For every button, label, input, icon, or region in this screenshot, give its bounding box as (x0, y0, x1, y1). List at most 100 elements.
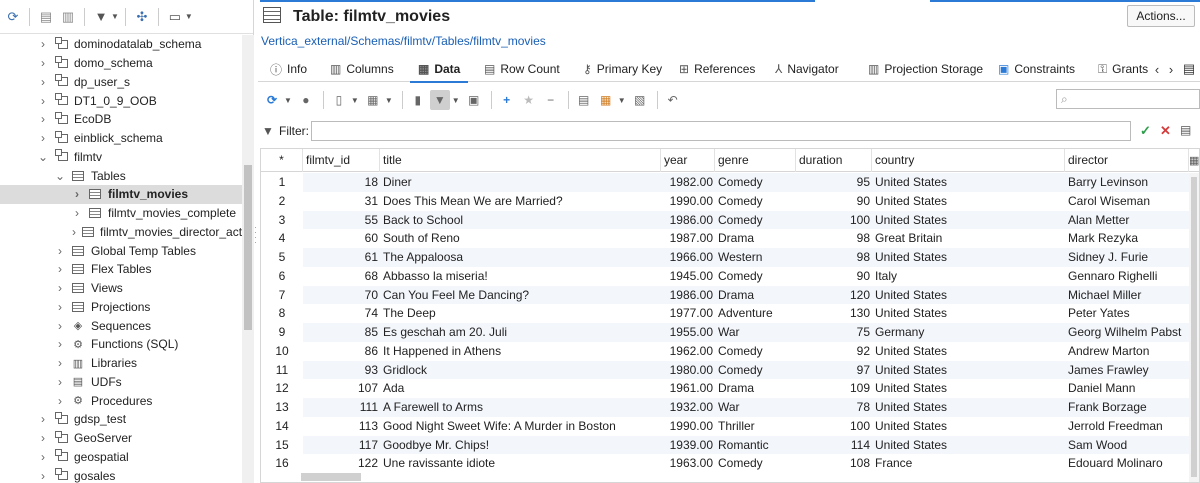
table-cell[interactable]: 114 (796, 436, 872, 455)
tree-item[interactable]: ⌄ Tables (0, 166, 242, 185)
table-cell[interactable]: Thriller (715, 417, 796, 436)
chevron-right-icon[interactable]: › (55, 244, 65, 258)
table-row[interactable]: 3 55 Back to School 1986.00 Comedy 100 United … (261, 210, 1189, 230)
table-cell[interactable]: Can You Feel Me Dancing? (380, 286, 661, 305)
column-header[interactable]: year (661, 149, 715, 172)
table-cell[interactable]: 61 (303, 248, 380, 267)
table-cell[interactable]: Comedy (715, 211, 796, 230)
table-cell[interactable]: Carol Wiseman (1065, 192, 1189, 211)
tab-primary-key[interactable]: ⚷ Primary Key (583, 56, 662, 82)
table-cell[interactable]: 100 (796, 417, 872, 436)
table-cell[interactable]: James Frawley (1065, 361, 1189, 380)
table-cell[interactable]: Es geschah am 20. Juli (380, 323, 661, 342)
table-cell[interactable]: Does This Mean We are Married? (380, 192, 661, 211)
chevron-right-icon[interactable]: › (55, 300, 65, 314)
tree-item[interactable]: › Views (0, 279, 242, 298)
table-cell[interactable]: Good Night Sweet Wife: A Murder in Bosto… (380, 417, 661, 436)
table-cell[interactable]: 85 (303, 323, 380, 342)
table-cell[interactable]: 75 (796, 323, 872, 342)
table-cell[interactable]: United States (872, 211, 1065, 230)
table-cell[interactable]: 1961.00 (661, 379, 715, 398)
table-cell[interactable]: 108 (796, 454, 872, 473)
tree-item[interactable]: › einblick_schema (0, 129, 242, 148)
table-cell[interactable]: Daniel Mann (1065, 379, 1189, 398)
table-cell[interactable]: 97 (796, 361, 872, 380)
tree-item[interactable]: › geospatial (0, 448, 242, 467)
table-cell[interactable]: Romantic (715, 436, 796, 455)
tree-item[interactable]: › EcoDB (0, 110, 242, 129)
table-row[interactable]: 9 85 Es geschah am 20. Juli 1955.00 War 75 Ger… (261, 323, 1189, 342)
table-cell[interactable]: 1939.00 (661, 436, 715, 455)
table-cell[interactable]: War (715, 323, 796, 342)
chevron-down-icon[interactable]: ▼ (452, 96, 460, 105)
table-cell[interactable]: Adventure (715, 304, 796, 323)
table-cell[interactable]: 120 (796, 286, 872, 305)
table-row[interactable]: 12 107 Ada 1961.00 Drama 109 United States Dani… (261, 379, 1189, 398)
table-cell[interactable]: Peter Yates (1065, 304, 1189, 323)
filter-settings-icon[interactable]: ▣ (464, 90, 484, 110)
tree-item[interactable]: › ⚙ Procedures (0, 391, 242, 410)
search-input[interactable]: ⌕ (1056, 89, 1200, 109)
table-cell[interactable]: Sidney J. Furie (1065, 248, 1189, 267)
filter-input[interactable] (311, 121, 1131, 141)
tab-columns[interactable]: ▥ Columns (330, 56, 394, 82)
table-cell[interactable]: Drama (715, 229, 796, 248)
table-cell[interactable]: 122 (303, 454, 380, 473)
table-cell[interactable]: Back to School (380, 211, 661, 230)
table-cell[interactable]: 1977.00 (661, 304, 715, 323)
chevron-right-icon[interactable]: › (1169, 62, 1173, 77)
table-cell[interactable]: Germany (872, 323, 1065, 342)
chevron-right-icon[interactable]: › (55, 337, 65, 351)
table-cell[interactable]: The Appaloosa (380, 248, 661, 267)
table-cell[interactable]: Abbasso la miseria! (380, 267, 661, 286)
table-cell[interactable]: United States (872, 342, 1065, 361)
table-cell[interactable]: 92 (796, 342, 872, 361)
tree-item[interactable]: › filmtv_movies (0, 185, 242, 204)
filter-icon[interactable]: ▼ (429, 90, 450, 110)
tree-item[interactable]: › Flex Tables (0, 260, 242, 279)
chevron-left-icon[interactable]: ‹ (1155, 62, 1159, 77)
stop-icon[interactable]: ● (296, 90, 316, 110)
trash-icon[interactable]: ▮ (408, 90, 428, 110)
chevron-right-icon[interactable]: › (38, 131, 48, 145)
table-row[interactable]: 15 117 Goodbye Mr. Chips! 1939.00 Romantic 11… (261, 435, 1189, 455)
table-cell[interactable]: 98 (796, 229, 872, 248)
table-cell[interactable]: 1955.00 (661, 323, 715, 342)
refresh-icon[interactable]: ⟳ (3, 7, 23, 27)
tree-item[interactable]: › filmtv_movies_complete (0, 204, 242, 223)
table-cell[interactable]: 1986.00 (661, 211, 715, 230)
table-cell[interactable]: 130 (796, 304, 872, 323)
table-cell[interactable]: Goodbye Mr. Chips! (380, 436, 661, 455)
table-cell[interactable]: United States (872, 436, 1065, 455)
table-cell[interactable]: Une ravissante idiote (380, 454, 661, 473)
table-cell[interactable]: Mark Rezyka (1065, 229, 1189, 248)
table-row[interactable]: 8 74 The Deep 1977.00 Adventure 130 United Sta… (261, 304, 1189, 323)
chevron-right-icon[interactable]: › (38, 431, 48, 445)
table-cell[interactable]: 98 (796, 248, 872, 267)
tree-item[interactable]: › gdsp_test (0, 410, 242, 429)
column-menu-icon[interactable]: ▦ (1189, 154, 1199, 167)
table-cell[interactable]: 78 (796, 398, 872, 417)
chevron-right-icon[interactable]: › (38, 412, 48, 426)
table-cell[interactable]: A Farewell to Arms (380, 398, 661, 417)
column-header[interactable]: genre (715, 149, 796, 172)
table-cell[interactable]: Andrew Marton (1065, 342, 1189, 361)
table-cell[interactable]: United States (872, 304, 1065, 323)
tree-item[interactable]: › Projections (0, 298, 242, 317)
chevron-down-icon[interactable]: ▼ (284, 96, 292, 105)
auto-refresh-icon[interactable]: ▧ (630, 90, 650, 110)
chevron-right-icon[interactable]: › (55, 394, 65, 408)
grid-vertical-scrollbar[interactable] (1189, 173, 1199, 482)
table-cell[interactable]: United States (872, 173, 1065, 192)
chevron-right-icon[interactable]: › (38, 94, 48, 108)
preview-icon[interactable]: ▦ (596, 90, 616, 110)
table-cell[interactable]: Comedy (715, 454, 796, 473)
chevron-down-icon[interactable]: ▼ (385, 96, 393, 105)
scrollbar-thumb[interactable] (1191, 177, 1197, 477)
table-cell[interactable]: United States (872, 417, 1065, 436)
table-cell[interactable]: Comedy (715, 267, 796, 286)
breadcrumb[interactable]: Vertica_external/Schemas/filmtv/Tables/f… (261, 34, 546, 48)
table-cell[interactable]: Italy (872, 267, 1065, 286)
table-cell[interactable]: 90 (796, 192, 872, 211)
table-cell[interactable]: 1987.00 (661, 229, 715, 248)
